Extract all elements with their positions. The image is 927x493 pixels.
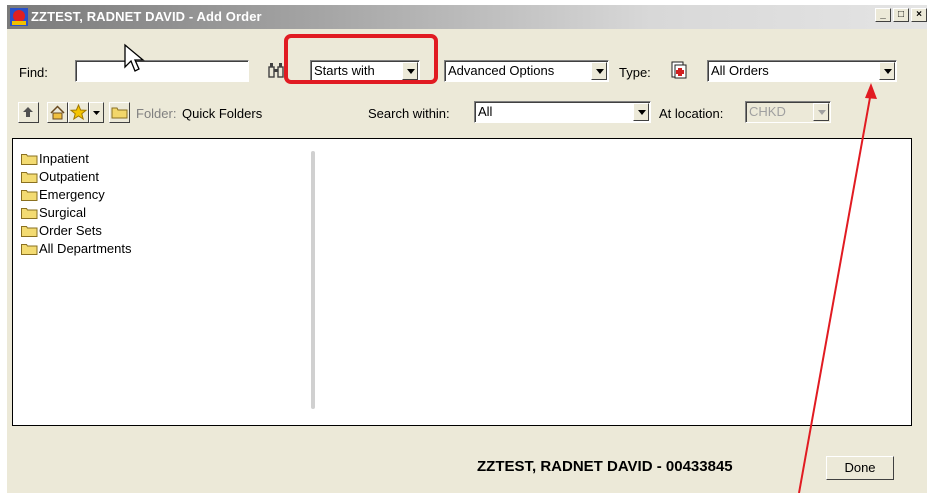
patient-status: ZZTEST, RADNET DAVID - 00433845 (477, 458, 733, 475)
maximize-button[interactable]: □ (893, 8, 909, 22)
star-icon (69, 103, 88, 121)
orders-icon (671, 61, 687, 79)
find-input[interactable] (75, 60, 249, 82)
minimize-button[interactable]: _ (875, 8, 891, 22)
up-arrow-icon (23, 107, 33, 117)
folder-icon (21, 189, 38, 201)
find-label: Find: (19, 65, 48, 80)
at-location-label: At location: (659, 106, 724, 121)
tree-item-label: All Departments (39, 240, 132, 256)
advanced-options-select[interactable]: Advanced Options (444, 60, 609, 82)
chevron-down-icon[interactable] (633, 103, 649, 121)
title-bar[interactable]: ZZTEST, RADNET DAVID - Add Order _ □ × (7, 5, 927, 29)
done-button[interactable]: Done (826, 456, 894, 480)
folder-icon (111, 107, 128, 119)
pane-splitter[interactable] (311, 151, 315, 409)
tree-item[interactable]: Inpatient (21, 149, 131, 167)
tree-item[interactable]: Surgical (21, 203, 131, 221)
tree-item[interactable]: Order Sets (21, 221, 131, 239)
folder-value: Quick Folders (182, 106, 263, 121)
tree-item-label: Surgical (39, 204, 86, 220)
folder-icon (21, 225, 38, 237)
tree-item-label: Outpatient (39, 168, 99, 184)
search-within-select[interactable]: All (474, 101, 651, 123)
window-title: ZZTEST, RADNET DAVID - Add Order (31, 9, 262, 24)
chevron-down-icon[interactable] (879, 62, 895, 80)
tree-item[interactable]: Emergency (21, 185, 131, 203)
tree-item-label: Order Sets (39, 222, 102, 238)
favorites-dropdown-button[interactable] (89, 102, 104, 123)
mouse-cursor-icon (124, 43, 145, 72)
location-select: CHKD (745, 101, 831, 123)
up-level-button[interactable] (18, 102, 39, 123)
tree-item-label: Emergency (39, 186, 105, 202)
annotation-highlight-box (284, 34, 438, 84)
chevron-down-icon (93, 111, 100, 115)
tree-item[interactable]: All Departments (21, 239, 131, 257)
folder-icon (21, 207, 38, 219)
search-within-label: Search within: (368, 106, 450, 121)
binoculars-icon[interactable] (267, 61, 285, 79)
close-button[interactable]: × (911, 8, 927, 22)
home-button[interactable] (47, 102, 68, 123)
app-icon (10, 8, 28, 26)
folder-label: Folder: (136, 106, 177, 121)
folder-icon (21, 243, 38, 255)
favorites-button[interactable] (68, 102, 89, 123)
folder-tree: Inpatient Outpatient Emergency Surgical Orde… (21, 149, 131, 257)
type-label: Type: (619, 65, 651, 80)
folder-icon (21, 153, 38, 165)
folder-icon (21, 171, 38, 183)
chevron-down-icon[interactable] (591, 62, 607, 80)
chevron-down-icon (813, 103, 829, 121)
type-select[interactable]: All Orders (707, 60, 897, 82)
tree-item-label: Inpatient (39, 150, 89, 166)
home-icon (50, 105, 65, 120)
order-browser-panel: Inpatient Outpatient Emergency Surgical Orde… (12, 138, 912, 426)
tree-item[interactable]: Outpatient (21, 167, 131, 185)
folder-button[interactable] (109, 102, 130, 123)
